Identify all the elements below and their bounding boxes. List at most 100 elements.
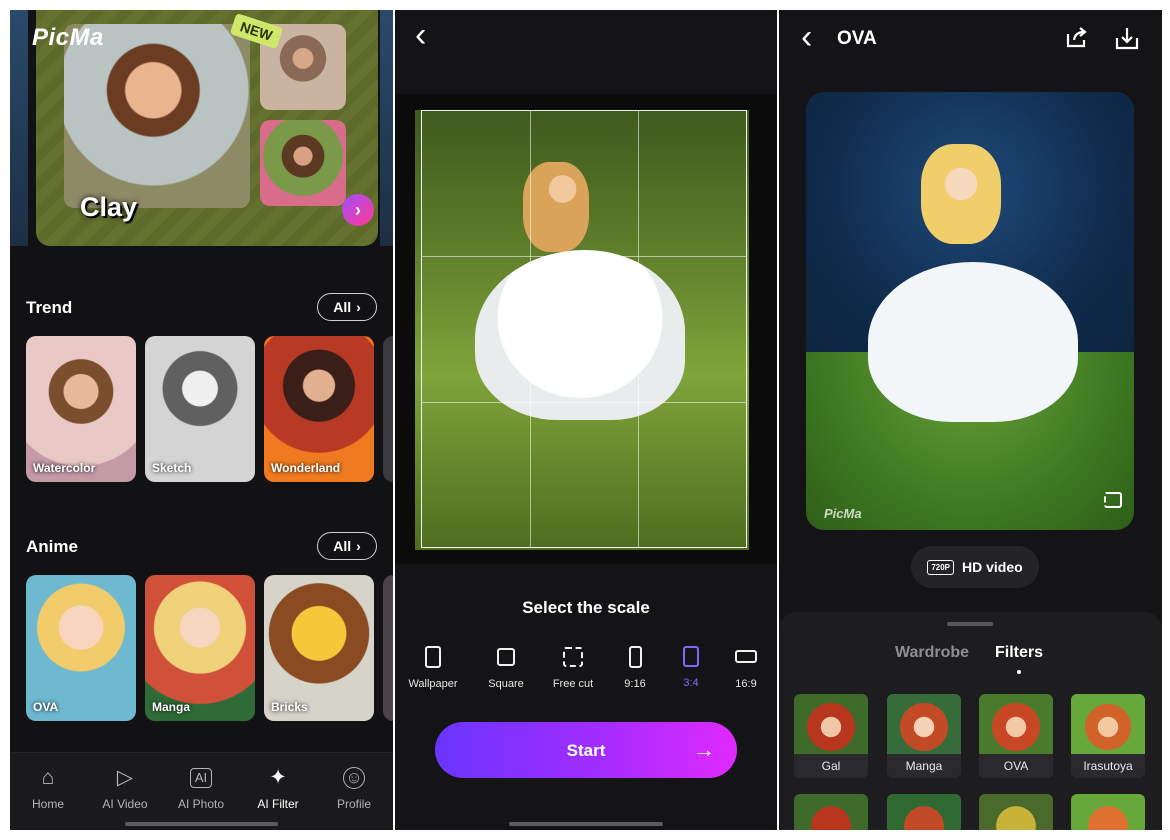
back-button[interactable]: ‹ — [801, 18, 812, 57]
home-indicator — [125, 822, 278, 826]
bottom-tab-bar: ⌂ Home ▷ AI Video AI AI Photo ✦ AI Filte… — [10, 752, 393, 830]
free-cut-icon — [563, 647, 583, 667]
filter-item[interactable] — [887, 794, 961, 830]
scale-label: Free cut — [552, 678, 594, 690]
filter-label: OVA — [979, 754, 1053, 778]
photo-ai-icon: AI — [190, 768, 212, 788]
filter-label: Gal — [794, 754, 868, 778]
scale-free-cut[interactable]: Free cut — [543, 646, 603, 690]
hero-title: Clay — [80, 192, 138, 222]
back-button[interactable]: ‹ — [415, 16, 426, 55]
phone-icon — [425, 646, 441, 668]
trend-card[interactable]: Wonderland — [264, 336, 374, 482]
filter-thumb — [979, 694, 1053, 754]
scale-16-9[interactable]: 16:9 — [721, 646, 771, 690]
scale-label: 9:16 — [624, 678, 646, 690]
profile-icon: ☺ — [343, 767, 365, 789]
filter-item[interactable] — [794, 794, 868, 830]
scale-square[interactable]: Square — [476, 646, 536, 690]
chevron-right-icon: › — [356, 538, 361, 554]
card-label: Sketch — [152, 461, 192, 475]
chevron-right-icon: › — [356, 299, 361, 315]
scale-wallpaper[interactable]: Wallpaper — [403, 646, 463, 690]
card-label: Watercolor — [33, 461, 96, 475]
app-logo: PicMa — [32, 24, 104, 51]
portrait-ratio-icon — [628, 646, 642, 668]
watermark: PicMa — [824, 506, 862, 521]
scale-label: 3:4 — [683, 677, 699, 689]
trend-all-button[interactable]: All › — [317, 293, 377, 321]
grid-line — [422, 402, 746, 403]
filter-label: Manga — [887, 754, 961, 778]
result-screen: ‹ OVA PicMa 720P HD video Wardrobe Filte… — [779, 10, 1162, 830]
crop-area[interactable] — [395, 94, 777, 564]
hd-label: HD video — [962, 559, 1023, 575]
all-label: All — [333, 299, 352, 315]
filter-item[interactable]: Manga — [887, 694, 961, 778]
scale-label: Square — [488, 678, 524, 690]
result-image: PicMa — [806, 92, 1134, 530]
tab-label: Profile — [336, 797, 371, 811]
video-sparkle-icon: ▷ — [116, 766, 134, 789]
crop-screen: ‹ Select the scale Wallpaper Square Free… — [395, 10, 777, 830]
anime-all-button[interactable]: All › — [317, 532, 377, 560]
anime-card-peek[interactable] — [383, 575, 393, 721]
trend-card[interactable]: Watercolor — [26, 336, 136, 482]
tab-label: AI Photo — [177, 797, 225, 811]
all-label: All — [333, 538, 352, 554]
hero-prev-peek[interactable] — [10, 10, 28, 246]
filter-item[interactable] — [1071, 794, 1145, 830]
card-label: Bricks — [271, 700, 308, 714]
home-screen: NEW Clay › PicMa Trend All › Watercolor … — [10, 10, 393, 830]
share-icon[interactable] — [1065, 26, 1089, 48]
compare-icon[interactable] — [1104, 492, 1122, 508]
tab-label: Home — [31, 797, 64, 811]
filter-item[interactable]: OVA — [979, 694, 1053, 778]
hero-next-peek[interactable] — [380, 10, 393, 246]
tab-ai-filter[interactable]: ✦ AI Filter — [240, 765, 316, 811]
tab-home[interactable]: ⌂ Home — [10, 765, 86, 811]
tab-profile[interactable]: ☺ Profile — [316, 765, 392, 811]
anime-title: Anime — [26, 537, 78, 556]
sheet-grabber[interactable] — [947, 622, 993, 626]
tab-ai-photo[interactable]: AI AI Photo — [163, 765, 239, 811]
trend-card-peek[interactable] — [383, 336, 393, 482]
grid-line — [530, 111, 531, 547]
tab-wardrobe[interactable]: Wardrobe — [895, 644, 969, 662]
filter-thumb — [794, 694, 868, 754]
scale-9-16[interactable]: 9:16 — [610, 646, 660, 690]
filter-item[interactable] — [979, 794, 1053, 830]
scale-3-4[interactable]: 3:4 — [667, 646, 715, 689]
hd-720p-icon: 720P — [927, 559, 954, 575]
tab-label: AI Filter — [257, 797, 299, 811]
tab-ai-video[interactable]: ▷ AI Video — [87, 765, 163, 811]
trend-title: Trend — [26, 298, 73, 317]
tab-filters[interactable]: Filters — [995, 644, 1043, 662]
hero-next-button[interactable]: › — [342, 194, 374, 226]
arrow-right-icon: → — [693, 737, 715, 762]
download-icon[interactable] — [1114, 26, 1140, 50]
start-button[interactable]: Start → — [435, 722, 737, 778]
grid-line — [422, 256, 746, 257]
anime-card[interactable]: Manga — [145, 575, 255, 721]
filter-sheet: Wardrobe Filters Gal Manga OVA Irasutoya — [779, 612, 1162, 830]
filter-thumb — [887, 694, 961, 754]
card-label: Wonderland — [271, 461, 341, 475]
ratio-3-4-icon — [683, 646, 699, 667]
trend-card[interactable]: Sketch — [145, 336, 255, 482]
square-icon — [497, 648, 515, 666]
hd-video-button[interactable]: 720P HD video — [911, 546, 1039, 588]
crop-frame[interactable] — [421, 110, 747, 548]
hero-thumb-2 — [260, 120, 346, 206]
landscape-ratio-icon — [735, 650, 757, 663]
tab-label: AI Video — [102, 797, 148, 811]
card-label: OVA — [33, 700, 59, 714]
card-label: Manga — [152, 700, 191, 714]
filter-item[interactable]: Irasutoya — [1071, 694, 1145, 778]
anime-card[interactable]: Bricks — [264, 575, 374, 721]
start-label: Start — [566, 741, 606, 760]
page-title: OVA — [837, 28, 877, 49]
anime-card[interactable]: OVA — [26, 575, 136, 721]
home-icon: ⌂ — [41, 766, 55, 789]
filter-item[interactable]: Gal — [794, 694, 868, 778]
